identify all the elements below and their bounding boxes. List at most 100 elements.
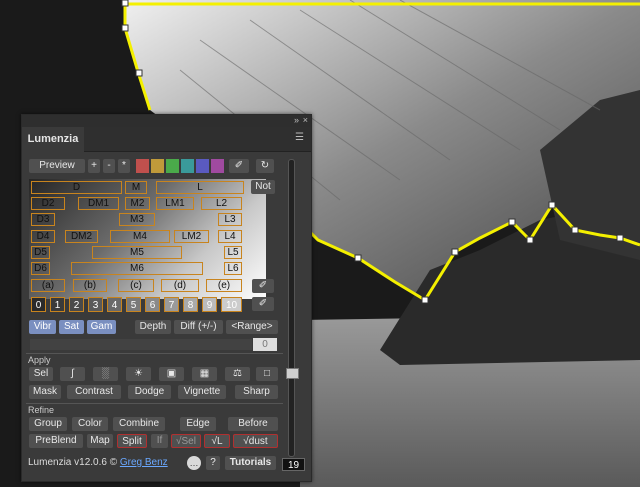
mask-button[interactable]: Mask <box>29 385 61 399</box>
gam-button[interactable]: Gam <box>87 320 116 334</box>
zone-m2[interactable]: M2 <box>125 197 150 210</box>
zone-e[interactable]: (e) <box>206 279 242 292</box>
zone-a[interactable]: (a) <box>31 279 65 292</box>
film-icon[interactable]: ▦ <box>192 367 217 381</box>
contrast-button[interactable]: Contrast <box>67 385 121 399</box>
zone-d2[interactable]: D2 <box>31 197 65 210</box>
dodge-button[interactable]: Dodge <box>128 385 171 399</box>
group-button[interactable]: Group <box>29 417 67 431</box>
panel-title-bar[interactable]: » × <box>22 115 311 127</box>
color-button[interactable]: Color <box>72 417 108 431</box>
vignette-button[interactable]: Vignette <box>178 385 226 399</box>
combine-button[interactable]: Combine <box>113 417 165 431</box>
number-1[interactable]: 1 <box>50 297 65 312</box>
if-button[interactable]: If <box>151 434 168 448</box>
vertical-slider-thumb[interactable] <box>286 368 299 379</box>
range-slider[interactable] <box>30 339 252 350</box>
number-3[interactable]: 3 <box>88 297 103 312</box>
range-value[interactable]: 0 <box>253 338 277 351</box>
star-button[interactable]: * <box>118 159 130 173</box>
brightness-icon[interactable]: ☀ <box>126 367 151 381</box>
zone-m5[interactable]: M5 <box>92 246 182 259</box>
zone-l5[interactable]: L5 <box>224 246 242 259</box>
diff-button[interactable]: Diff (+/-) <box>174 320 223 334</box>
tutorials-button[interactable]: Tutorials <box>225 456 276 470</box>
check-dust-button[interactable]: √dust <box>233 434 278 448</box>
zone-l6[interactable]: L6 <box>224 262 242 275</box>
slider-value[interactable]: 19 <box>282 458 305 471</box>
levels-icon[interactable]: ░ <box>93 367 118 381</box>
hamburger-menu-icon[interactable]: ☰ <box>295 133 305 143</box>
zone-dm1[interactable]: DM1 <box>78 197 119 210</box>
sat-button[interactable]: Sat <box>59 320 84 334</box>
swatch-blue[interactable] <box>196 159 209 173</box>
refresh-icon[interactable]: ↻ <box>256 159 274 173</box>
swatch-green[interactable] <box>166 159 179 173</box>
mask-exposure-icon[interactable]: ▣ <box>159 367 184 381</box>
zone-l3[interactable]: L3 <box>218 213 242 226</box>
edge-button[interactable]: Edge <box>180 417 216 431</box>
number-2[interactable]: 2 <box>69 297 84 312</box>
divider <box>26 353 283 354</box>
swatch-yellow[interactable] <box>151 159 164 173</box>
preview-button[interactable]: Preview <box>29 159 85 173</box>
zone-m3[interactable]: M3 <box>119 213 155 226</box>
zone-d6[interactable]: D6 <box>31 262 50 275</box>
map-button[interactable]: Map <box>87 434 113 448</box>
swatch-cyan[interactable] <box>181 159 194 173</box>
eyedropper-icon[interactable]: ✐ <box>252 279 274 293</box>
zone-m6[interactable]: M6 <box>71 262 203 275</box>
zone-l2[interactable]: L2 <box>201 197 242 210</box>
range-button[interactable]: <Range> <box>226 320 278 334</box>
minus-button[interactable]: - <box>103 159 115 173</box>
zone-l4[interactable]: L4 <box>218 230 242 243</box>
help-button[interactable]: ? <box>206 456 220 470</box>
zone-d5[interactable]: D5 <box>31 246 50 259</box>
plus-button[interactable]: + <box>88 159 100 173</box>
eyedropper-icon[interactable]: ✐ <box>229 159 249 173</box>
swatch-magenta[interactable] <box>211 159 224 173</box>
depth-button[interactable]: Depth <box>135 320 171 334</box>
number-8[interactable]: 8 <box>183 297 198 312</box>
author-link[interactable]: Greg Benz <box>120 457 168 468</box>
number-7[interactable]: 7 <box>164 297 179 312</box>
double-chevron-icon[interactable]: » <box>294 115 299 126</box>
zone-d[interactable]: D <box>31 181 122 194</box>
preblend-button[interactable]: PreBlend <box>29 434 83 448</box>
number-5[interactable]: 5 <box>126 297 141 312</box>
before-button[interactable]: Before <box>228 417 278 431</box>
zone-lm1[interactable]: LM1 <box>156 197 194 210</box>
number-9[interactable]: 9 <box>202 297 217 312</box>
zone-b[interactable]: (b) <box>73 279 107 292</box>
sel-button[interactable]: Sel <box>29 367 53 381</box>
zone-dm2[interactable]: DM2 <box>65 230 98 243</box>
swatch-red[interactable] <box>136 159 149 173</box>
tab-bar: Lumenzia ☰ <box>22 127 311 152</box>
zone-l[interactable]: L <box>156 181 244 194</box>
close-icon[interactable]: × <box>303 115 308 126</box>
zone-d4[interactable]: D4 <box>31 230 55 243</box>
tab-lumenzia[interactable]: Lumenzia <box>22 127 84 152</box>
check-l-button[interactable]: √L <box>204 434 230 448</box>
vertical-slider-track[interactable] <box>288 159 295 457</box>
eyedropper-icon[interactable]: ✐ <box>252 297 274 311</box>
zone-c[interactable]: (c) <box>118 279 154 292</box>
balance-icon[interactable]: ⚖ <box>225 367 250 381</box>
number-6[interactable]: 6 <box>145 297 160 312</box>
zone-m4[interactable]: M4 <box>110 230 170 243</box>
check-sel-button[interactable]: √Sel <box>171 434 201 448</box>
chat-bubble-icon[interactable]: … <box>187 456 201 470</box>
zone-lm2[interactable]: LM2 <box>174 230 209 243</box>
zone-m[interactable]: M <box>125 181 147 194</box>
split-button[interactable]: Split <box>117 434 147 448</box>
number-0[interactable]: 0 <box>31 297 46 312</box>
number-10[interactable]: 10 <box>221 297 242 312</box>
curves-icon[interactable]: ∫ <box>60 367 85 381</box>
zone-d3[interactable]: D3 <box>31 213 55 226</box>
vibr-button[interactable]: Vibr <box>29 320 56 334</box>
sharp-button[interactable]: Sharp <box>235 385 278 399</box>
zone-d-paren[interactable]: (d) <box>161 279 199 292</box>
number-4[interactable]: 4 <box>107 297 122 312</box>
rectangle-icon[interactable]: □ <box>256 367 278 381</box>
not-button[interactable]: Not <box>251 180 275 194</box>
